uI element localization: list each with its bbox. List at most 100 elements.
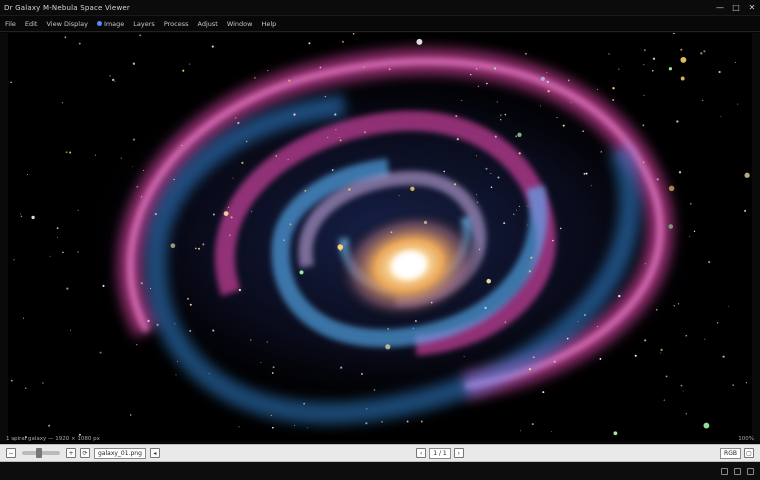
star [390, 231, 393, 234]
star [526, 224, 528, 226]
star [652, 69, 654, 72]
star [567, 79, 570, 82]
tray-icon[interactable] [747, 467, 754, 475]
star [680, 76, 685, 81]
prev-page-button[interactable]: ‹ [416, 448, 427, 458]
star [78, 42, 81, 45]
star [497, 176, 500, 179]
rotate-icon[interactable]: ⟳ [80, 448, 90, 458]
menu-file[interactable]: File [5, 20, 16, 28]
file-name-field[interactable]: galaxy_01.png [94, 447, 146, 459]
star [582, 130, 585, 133]
star [551, 431, 552, 432]
menu-layers[interactable]: Layers [133, 20, 155, 28]
star [235, 117, 237, 119]
zoom-slider-knob[interactable] [36, 448, 42, 458]
star [70, 329, 72, 331]
star [515, 135, 518, 138]
color-mode-field[interactable]: RGB [720, 447, 741, 459]
star [415, 320, 417, 322]
menu-help[interactable]: Help [261, 20, 276, 28]
star [227, 206, 230, 209]
star [678, 171, 682, 174]
star [150, 288, 152, 289]
star [701, 99, 704, 102]
next-page-button[interactable]: › [453, 448, 464, 458]
star [398, 195, 400, 197]
page-field[interactable]: 1 / 1 [429, 447, 451, 459]
star [267, 70, 269, 72]
star [324, 95, 327, 98]
star [66, 287, 69, 290]
star [189, 329, 192, 332]
star [513, 213, 515, 215]
fit-icon[interactable]: ▢ [743, 448, 754, 458]
minimize-button[interactable]: — [712, 0, 728, 16]
star [663, 399, 665, 401]
zoom-slider[interactable] [22, 448, 60, 458]
star [136, 185, 139, 188]
zoom-out-button[interactable]: − [6, 448, 16, 458]
star [525, 52, 527, 55]
star [461, 99, 463, 102]
star [660, 348, 663, 352]
star [212, 329, 215, 332]
star [542, 391, 545, 394]
star [708, 261, 711, 264]
star [585, 172, 588, 175]
star [10, 81, 12, 84]
menu-bar: File Edit View Display Image Layers Proc… [0, 16, 760, 32]
star [734, 61, 736, 63]
prev-icon[interactable]: ◂ [149, 448, 160, 458]
close-button[interactable]: ✕ [744, 0, 760, 16]
star [528, 270, 532, 273]
star [140, 196, 143, 198]
star [48, 424, 51, 427]
star [361, 372, 363, 375]
star [154, 213, 157, 216]
menu-window[interactable]: Window [227, 20, 253, 28]
star [718, 70, 721, 74]
star [114, 80, 116, 82]
star [618, 68, 620, 70]
star [381, 421, 383, 423]
menu-process[interactable]: Process [164, 20, 189, 28]
star [173, 178, 175, 181]
menu-image[interactable]: Image [96, 20, 124, 28]
star [570, 102, 572, 104]
tray-icon[interactable] [721, 467, 728, 475]
menu-edit[interactable]: Edit [25, 20, 38, 28]
star [553, 360, 556, 363]
star [49, 255, 51, 257]
star [655, 308, 658, 311]
star [685, 413, 687, 415]
star [186, 297, 190, 300]
title-bar: Dr Galaxy M-Nebula Space Viewer — □ ✕ [0, 0, 760, 16]
star [140, 282, 143, 285]
star [680, 384, 683, 387]
star [120, 157, 122, 159]
star [677, 303, 680, 305]
star [590, 185, 592, 187]
star [241, 161, 244, 165]
star [644, 263, 646, 265]
star [181, 144, 183, 146]
star [388, 68, 391, 71]
zoom-in-button[interactable]: + [66, 448, 76, 458]
tray-icon[interactable] [734, 467, 741, 475]
maximize-button[interactable]: □ [728, 0, 744, 16]
star [475, 68, 478, 70]
image-canvas[interactable] [8, 33, 752, 441]
star [245, 140, 248, 143]
star [62, 251, 64, 254]
star [643, 49, 646, 52]
star [559, 227, 562, 230]
star [476, 201, 479, 204]
star [57, 236, 58, 238]
menu-view[interactable]: View Display [46, 20, 87, 28]
star [340, 366, 343, 369]
star [132, 166, 134, 168]
menu-adjust[interactable]: Adjust [197, 20, 217, 28]
star [577, 321, 579, 323]
star [504, 321, 507, 324]
